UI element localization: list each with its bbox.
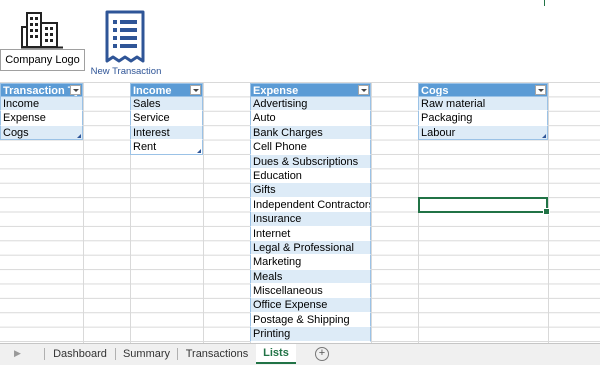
header-label: Expense [253,85,299,97]
transaction-type-table: Transaction Ty Income Expense Cogs [0,83,83,141]
table-row[interactable]: Cogs [0,125,83,141]
receipt-icon[interactable] [103,8,147,65]
table-header: Cogs [418,83,548,97]
cogs-table: Cogs Raw material Packaging Labour [418,83,548,141]
table-row[interactable]: Dues & Subscriptions [250,154,371,169]
table-row[interactable]: Cell Phone [250,140,371,155]
tab-divider [115,348,116,360]
table-row[interactable]: Postage & Shipping [250,312,371,328]
table-row[interactable]: Auto [250,111,371,126]
header-label: Income [133,85,172,97]
income-table: Income Sales Service Interest Rent [130,83,203,155]
table-row[interactable]: Raw material [418,97,548,112]
table-row[interactable]: Legal & Professional [250,240,371,256]
table-row[interactable]: Education [250,168,371,184]
building-icon[interactable] [21,9,63,51]
table-row[interactable]: Rent [130,140,203,155]
table-row[interactable]: Miscellaneous [250,284,371,299]
table-header: Expense [250,83,371,97]
table-row[interactable]: Expense [0,111,83,126]
filter-dropdown-icon[interactable] [358,85,369,95]
filter-dropdown-icon[interactable] [190,85,201,95]
table-row[interactable]: Advertising [250,97,371,112]
sheet-tab-bar: ▶ Dashboard Summary Transactions Lists + [0,343,600,365]
table-row[interactable]: Gifts [250,183,371,198]
new-transaction-label[interactable]: New Transaction [86,66,166,77]
table-header: Income [130,83,203,97]
add-sheet-button[interactable]: + [315,347,329,361]
cell-marker [544,0,545,6]
filter-dropdown-icon[interactable] [70,85,81,95]
table-row[interactable]: Insurance [250,212,371,227]
tab-lists[interactable]: Lists [256,344,296,364]
table-row[interactable]: Meals [250,269,371,285]
tab-transactions[interactable]: Transactions [179,344,255,364]
tab-dashboard[interactable]: Dashboard [46,344,114,364]
table-row[interactable]: Office Expense [250,298,371,313]
filter-dropdown-icon[interactable] [535,85,546,95]
header-label: Cogs [421,85,449,97]
table-row[interactable]: Sales [130,97,203,112]
table-row[interactable]: Packaging [418,111,548,126]
tab-divider [177,348,178,360]
expense-table: Expense Advertising Auto Bank Charges Ce… [250,83,371,342]
worksheet-grid[interactable]: Company Logo New Transaction Transaction… [0,0,600,343]
selected-cell[interactable] [418,197,550,215]
table-row[interactable]: Marketing [250,255,371,270]
header-label: Transaction Ty [3,85,80,97]
tab-divider [44,348,45,360]
table-row[interactable]: Printing [250,327,371,342]
table-row[interactable]: Interest [130,125,203,141]
table-row[interactable]: Bank Charges [250,125,371,141]
table-row[interactable]: Service [130,111,203,126]
table-header: Transaction Ty [0,83,83,97]
table-row[interactable]: Independent Contractors [250,197,371,213]
table-row[interactable]: Internet [250,226,371,241]
company-logo-box[interactable]: Company Logo [0,49,85,71]
tab-summary[interactable]: Summary [117,344,176,364]
scroll-tabs-right-icon[interactable]: ▶ [14,348,21,359]
table-row[interactable]: Labour [418,125,548,141]
table-row[interactable]: Income [0,97,83,112]
